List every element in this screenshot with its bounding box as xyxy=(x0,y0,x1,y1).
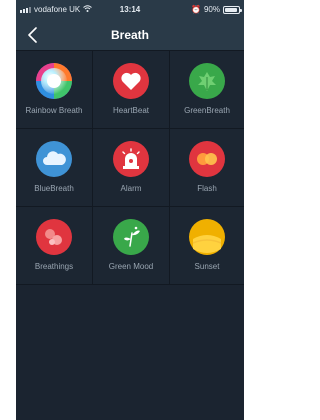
rainbow-icon xyxy=(36,63,72,99)
effect-label: Sunset xyxy=(194,262,220,271)
battery-fill xyxy=(225,7,237,12)
effect-label: BlueBreath xyxy=(34,184,74,193)
effects-grid: Rainbow Breath HeartBeat GreenBreath Blu… xyxy=(16,50,244,285)
empty-area xyxy=(16,285,244,420)
effect-label: Breathings xyxy=(34,262,74,271)
battery-icon xyxy=(223,5,242,14)
effect-label: Flash xyxy=(197,184,217,193)
heart-icon xyxy=(113,63,149,99)
effect-alarm[interactable]: Alarm xyxy=(93,129,170,207)
effect-sunset[interactable]: Sunset xyxy=(170,207,244,285)
effect-label: Alarm xyxy=(120,184,142,193)
siren-icon xyxy=(113,141,149,177)
status-bar: vodafone UK 13:14 ⏰ 90% xyxy=(16,0,244,20)
effect-rainbow-breath[interactable]: Rainbow Breath xyxy=(16,51,93,129)
effect-green-breath[interactable]: GreenBreath xyxy=(170,51,244,129)
flash-icon xyxy=(189,141,225,177)
cloud-icon xyxy=(36,141,72,177)
effect-flash[interactable]: Flash xyxy=(170,129,244,207)
effect-breathings[interactable]: Breathings xyxy=(16,207,93,285)
effect-label: Rainbow Breath xyxy=(25,106,83,115)
effect-label: GreenBreath xyxy=(184,106,230,115)
sprout-icon xyxy=(113,219,149,255)
effect-label: Green Mood xyxy=(108,262,154,271)
app-screen: vodafone UK 13:14 ⏰ 90% Breath Rainbow B… xyxy=(16,0,244,420)
effect-heartbeat[interactable]: HeartBeat xyxy=(93,51,170,129)
status-right: ⏰ 90% xyxy=(191,5,242,14)
effect-green-mood[interactable]: Green Mood xyxy=(93,207,170,285)
nav-bar: Breath xyxy=(16,20,244,50)
bubbles-icon xyxy=(36,219,72,255)
battery-percent: 90% xyxy=(203,5,220,14)
sunset-icon xyxy=(189,219,225,255)
page-title: Breath xyxy=(110,28,149,42)
leaf-icon xyxy=(189,63,225,99)
effect-blue-breath[interactable]: BlueBreath xyxy=(16,129,93,207)
effect-label: HeartBeat xyxy=(112,106,150,115)
alarm-icon: ⏰ xyxy=(191,5,201,14)
